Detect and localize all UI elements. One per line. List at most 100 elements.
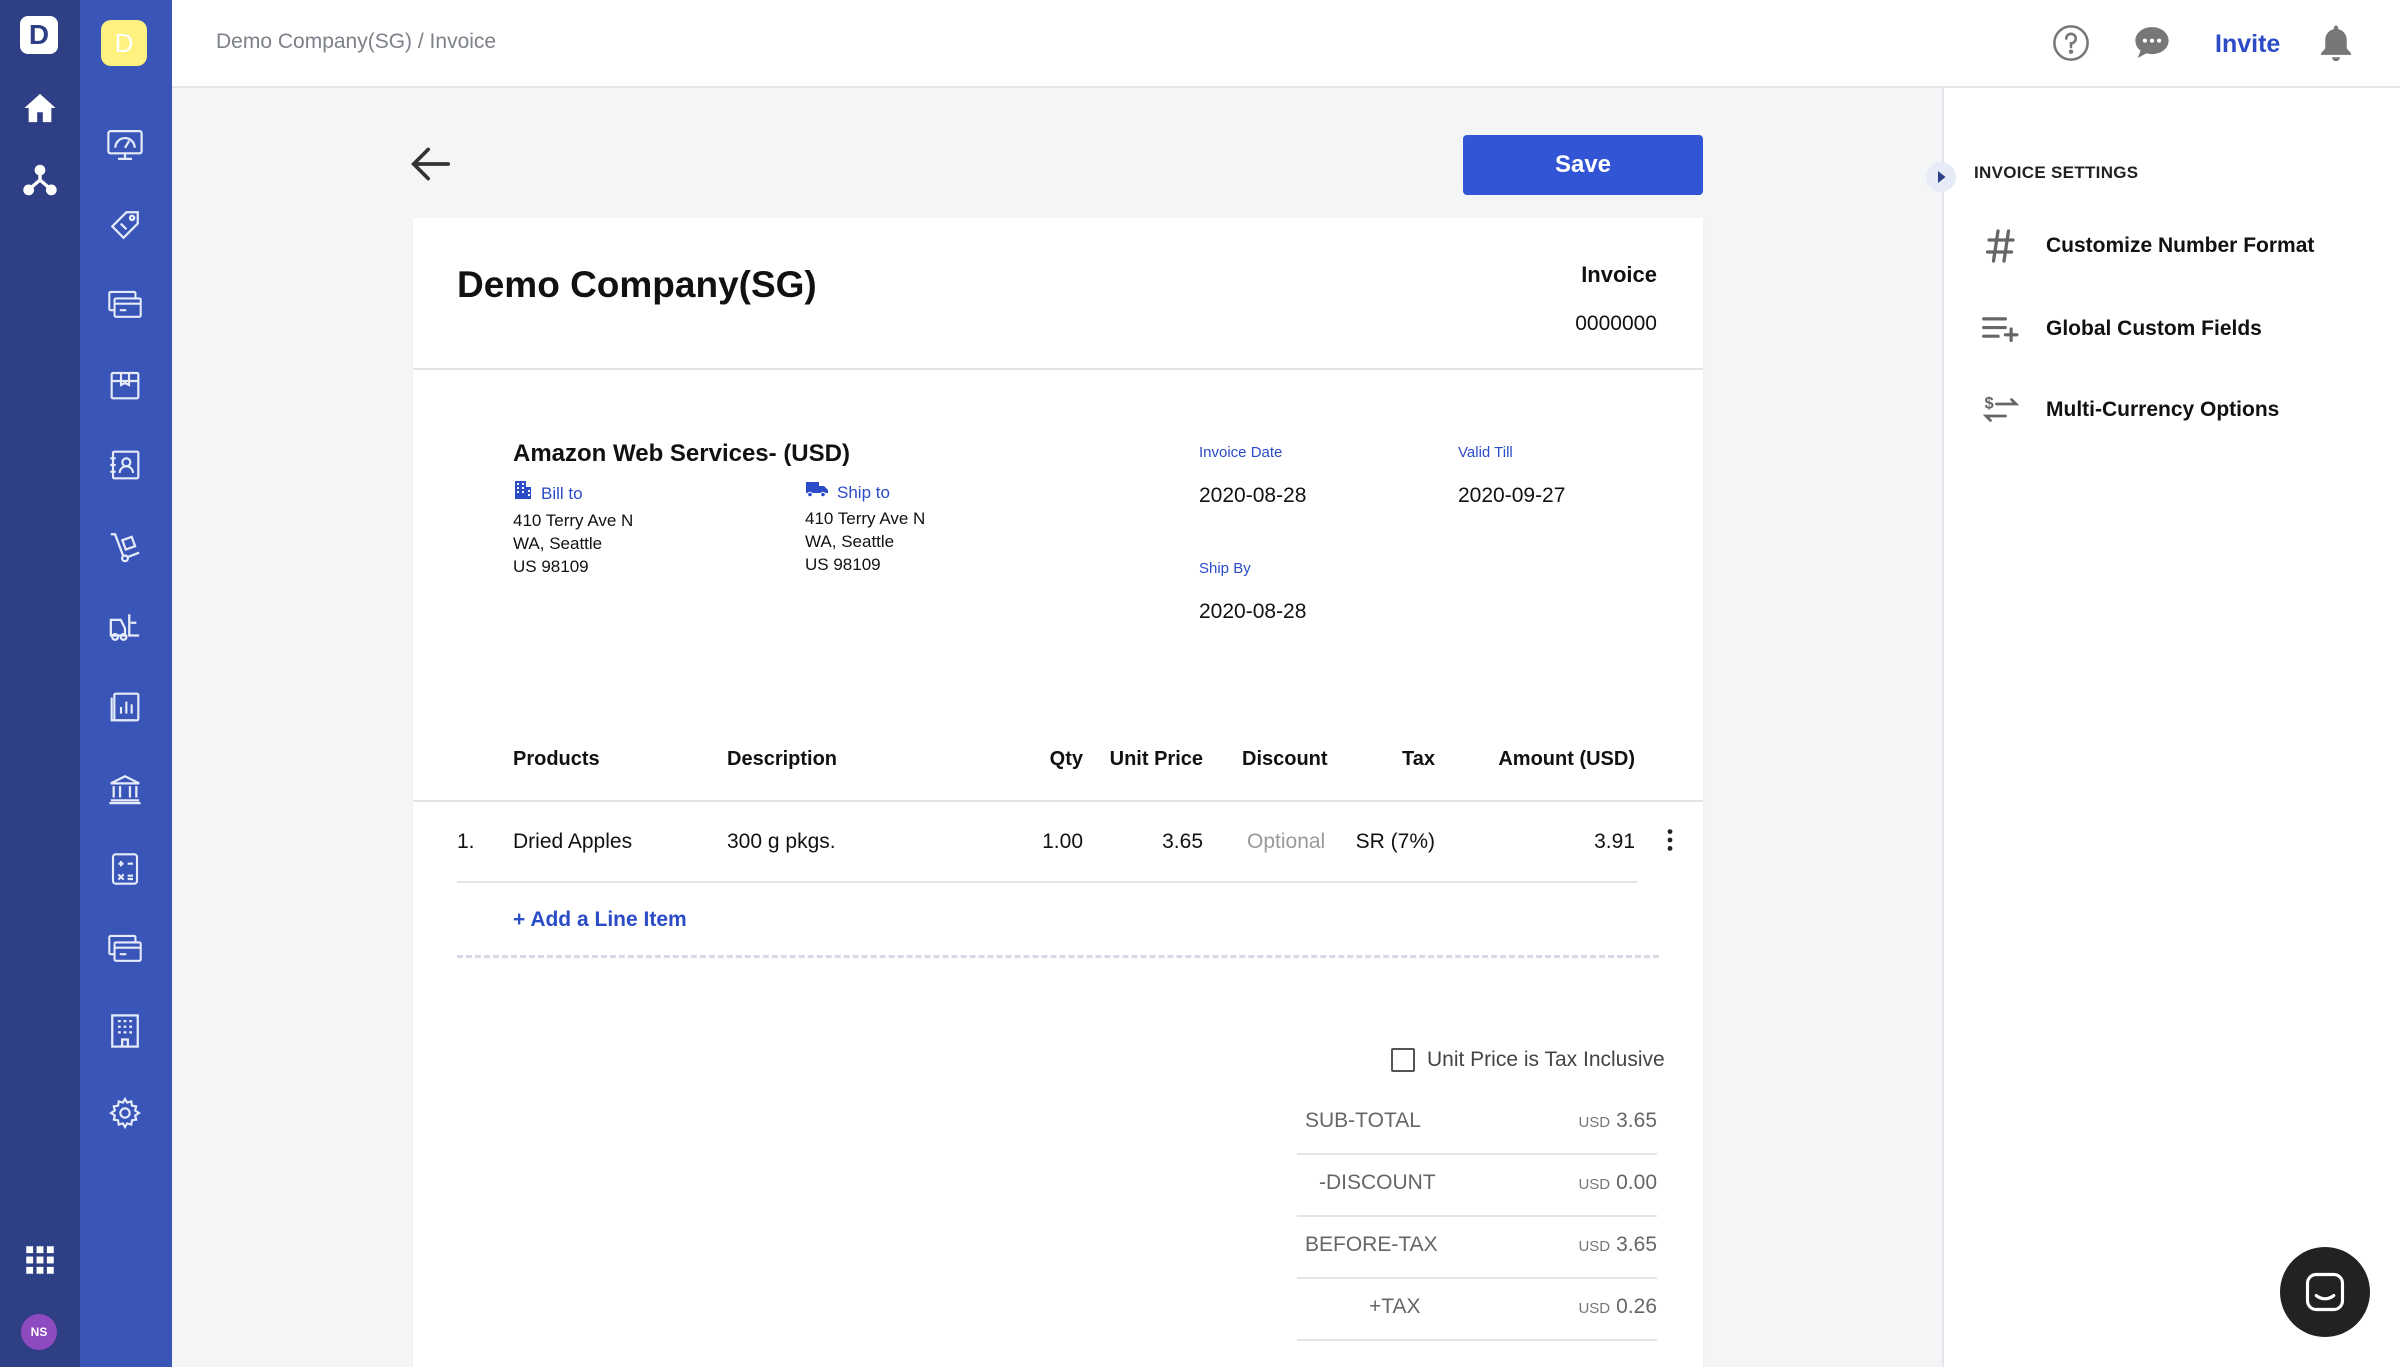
tax-inclusive-checkbox[interactable]: Unit Price is Tax Inclusive [1391,1048,1665,1072]
totals-table: SUB-TOTAL USD 3.65 -DISCOUNT USD 0.00 BEFO… [1297,1093,1657,1341]
invite-link[interactable]: Invite [2215,30,2280,59]
home-icon[interactable] [20,88,60,128]
row-qty[interactable]: 1.00 [993,830,1083,854]
global-custom-fields-item[interactable]: Global Custom Fields [1980,316,2262,342]
settings-panel-title: INVOICE SETTINGS [1974,163,2139,182]
ship-to-line3: US 98109 [805,555,881,574]
col-header-unit-price: Unit Price [1109,748,1203,770]
more-vertical-icon[interactable] [1665,828,1675,857]
totals-row: BEFORE-TAX USD 3.65 [1297,1217,1657,1279]
before-tax-value-wrap: USD 3.65 [1578,1233,1657,1257]
invoices-icon[interactable] [104,284,146,326]
products-box-icon[interactable] [104,364,146,406]
discount-value-wrap: USD 0.00 [1578,1171,1657,1195]
checkbox-box[interactable] [1391,1048,1415,1072]
row-index: 1. [457,830,475,853]
col-header-products: Products [513,748,600,770]
ship-to-line1: 410 Terry Ave N [805,509,926,528]
hand-truck-icon[interactable] [104,526,146,568]
multi-currency-options-item[interactable]: $ Multi-Currency Options [1980,393,2279,427]
add-line-item-link[interactable]: + Add a Line Item [513,908,687,932]
chat-icon [2305,1272,2345,1312]
caret-right-icon [1938,171,1946,183]
bill-to-title: Bill to [541,483,583,503]
sales-tag-icon[interactable] [104,204,146,246]
ship-by-value[interactable]: 2020-08-28 [1199,600,1306,624]
hash-icon [1980,228,2022,264]
customer-name[interactable]: Amazon Web Services- (USD) [513,440,850,468]
subtotal-value: 3.65 [1616,1109,1657,1132]
company-badge[interactable]: D [101,20,147,66]
valid-till-value[interactable]: 2020-09-27 [1458,484,1565,508]
invoice-header: Demo Company(SG) Invoice 0000000 [413,218,1703,370]
payments-card-icon[interactable] [104,928,146,970]
row-divider [457,881,1637,883]
notification-bell-icon[interactable] [2318,24,2354,67]
company-building-icon[interactable] [104,1010,146,1052]
ship-to-title: Ship to [837,482,890,502]
col-header-amount: Amount (USD) [1498,748,1635,770]
row-unit-price[interactable]: 3.65 [1103,830,1203,854]
dashed-separator [457,955,1659,958]
app-logo[interactable]: D [20,16,58,54]
row-product[interactable]: Dried Apples [513,830,632,854]
primary-nav-rail [0,0,80,1367]
bill-to-line3: US 98109 [513,557,589,576]
col-header-tax: Tax [1402,748,1435,770]
col-header-qty: Qty [1049,748,1083,770]
currency-exchange-icon: $ [1980,393,2022,427]
bill-to-line2: WA, Seattle [513,534,603,553]
currency-code: USD [1578,1238,1611,1255]
back-arrow-icon[interactable] [408,144,452,189]
before-tax-value: 3.65 [1616,1233,1657,1256]
settings-gear-icon[interactable] [104,1092,146,1134]
bill-to-line1: 410 Terry Ave N [513,511,634,530]
valid-till-label: Valid Till [1458,444,1513,461]
contacts-icon[interactable] [104,444,146,486]
user-avatar[interactable]: NS [21,1314,57,1350]
document-type-label: Invoice [1581,262,1657,287]
row-tax-select[interactable]: SR (7%) [1303,830,1435,854]
currency-code: USD [1578,1114,1611,1131]
truck-icon [805,480,829,504]
playlist-add-icon [1980,316,2022,342]
tax-inclusive-label: Unit Price is Tax Inclusive [1427,1048,1665,1071]
tax-value-wrap: USD 0.26 [1578,1295,1657,1319]
currency-code: USD [1578,1300,1611,1317]
col-header-description: Description [727,748,838,770]
support-chat-button[interactable] [2280,1247,2370,1337]
tax-label: +TAX [1369,1295,1421,1318]
col-header-discount: Discount [1242,748,1328,770]
totals-row: -DISCOUNT USD 0.00 [1297,1155,1657,1217]
dashboard-icon[interactable] [104,124,146,166]
help-icon[interactable] [2052,24,2090,67]
table-divider [413,800,1703,802]
apps-grid-icon[interactable] [20,1240,60,1280]
forklift-icon[interactable] [104,606,146,648]
chat-bubble-icon[interactable] [2133,24,2171,67]
invoice-date-value[interactable]: 2020-08-28 [1199,484,1306,508]
customize-number-format-item[interactable]: Customize Number Format [1980,228,2314,264]
currency-code: USD [1578,1176,1611,1193]
bank-icon[interactable] [104,768,146,810]
before-tax-label: BEFORE-TAX [1305,1233,1438,1256]
ship-to-block[interactable]: Ship to 410 Terry Ave N WA, Seattle US 9… [805,480,925,576]
breadcrumb[interactable]: Demo Company(SG) / Invoice [216,30,496,54]
network-icon[interactable] [20,160,60,200]
invoice-date-label: Invoice Date [1199,444,1283,461]
reports-chart-icon[interactable] [104,686,146,728]
ship-by-label: Ship By [1199,560,1251,577]
invoice-settings-panel [1942,88,2400,1367]
calculator-icon[interactable] [104,848,146,890]
global-custom-fields-label: Global Custom Fields [2046,317,2262,340]
bill-to-block[interactable]: Bill to 410 Terry Ave N WA, Seattle US 9… [513,480,633,578]
svg-text:$: $ [1985,395,1994,413]
multi-currency-options-label: Multi-Currency Options [2046,398,2280,421]
customize-number-format-label: Customize Number Format [2046,234,2315,257]
invoice-number[interactable]: 0000000 [1575,312,1657,336]
save-button[interactable]: Save [1463,135,1703,195]
row-description[interactable]: 300 g pkgs. [727,830,836,854]
totals-row: +TAX USD 0.26 [1297,1279,1657,1341]
tax-value: 0.26 [1616,1295,1657,1318]
panel-collapse-toggle[interactable] [1926,162,1956,192]
